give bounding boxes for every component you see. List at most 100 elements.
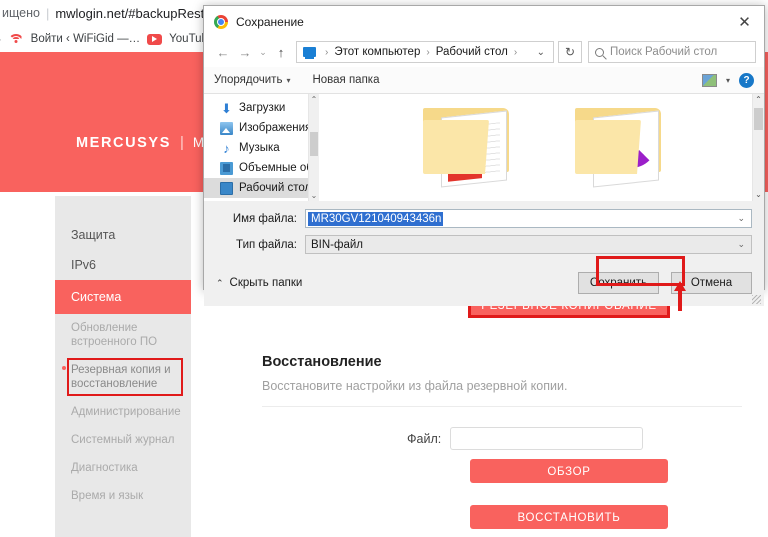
scroll-up-icon[interactable]: ⌃ bbox=[309, 94, 319, 105]
organize-button[interactable]: Упорядочить ▾ bbox=[214, 74, 290, 86]
pictures-icon bbox=[220, 121, 233, 135]
scroll-up-icon[interactable]: ⌃ bbox=[753, 94, 764, 106]
places-item-pictures[interactable]: Изображения bbox=[204, 118, 312, 138]
file-name-row: Имя файла: MR30GV121040943436n ⌄ bbox=[216, 208, 752, 229]
file-name-value: MR30GV121040943436n bbox=[308, 211, 444, 226]
search-placeholder: Поиск Рабочий стол bbox=[610, 46, 718, 58]
breadcrumb[interactable]: › Этот компьютер › Рабочий стол › ⌄ bbox=[296, 41, 554, 63]
places-item-desktop[interactable]: Рабочий стол bbox=[204, 178, 312, 198]
back-icon[interactable]: ← bbox=[212, 41, 234, 63]
resize-grip-icon[interactable] bbox=[752, 295, 761, 304]
sidebar-subitem-administration[interactable]: Администрирование bbox=[55, 398, 191, 426]
view-icon[interactable] bbox=[701, 73, 717, 87]
brand-name: MERCUSYS bbox=[76, 134, 171, 151]
scrollbar-thumb[interactable] bbox=[310, 132, 318, 156]
omnibox[interactable]: ищено | mwlogin.net/#backupRestore bbox=[0, 0, 223, 26]
restore-file-input[interactable] bbox=[450, 427, 644, 450]
sidebar-subitem-label: Администрирование bbox=[71, 406, 181, 418]
list-item[interactable] bbox=[423, 100, 521, 188]
objects3d-icon bbox=[220, 161, 233, 175]
places-item-music[interactable]: ♪ Музыка bbox=[204, 138, 308, 158]
sidebar-subitem-label: Системный журнал bbox=[71, 434, 175, 446]
scroll-down-icon[interactable]: ⌄ bbox=[309, 190, 319, 201]
dialog-toolbar: Упорядочить ▾ Новая папка ▾ ? bbox=[204, 67, 764, 94]
forward-icon[interactable]: → bbox=[234, 41, 256, 63]
file-type-select[interactable]: BIN-файл ⌄ bbox=[305, 235, 752, 254]
sidebar-subitem-system-log[interactable]: Системный журнал bbox=[55, 426, 191, 454]
chrome-icon bbox=[214, 14, 228, 29]
places-item-label: Объемные об bbox=[239, 162, 313, 174]
recent-locations-icon[interactable]: ⌄ bbox=[256, 41, 270, 63]
sidebar-subitem-label: Обновление встроенного ПО bbox=[71, 322, 158, 348]
save-file-dialog: Сохранение ✕ ← → ⌄ ↑ › Этот компьютер › … bbox=[203, 5, 765, 306]
file-list-scrollbar[interactable]: ⌃ ⌄ bbox=[752, 94, 764, 201]
dialog-title-bar: Сохранение ✕ bbox=[204, 6, 764, 37]
help-icon[interactable]: ? bbox=[739, 72, 754, 88]
restore-button[interactable]: ВОССТАНОВИТЬ bbox=[470, 505, 668, 529]
breadcrumb-separator: › bbox=[325, 46, 329, 58]
dialog-fields: Имя файла: MR30GV121040943436n ⌄ Тип фай… bbox=[204, 201, 764, 255]
file-field-label: Файл: bbox=[407, 431, 442, 446]
scroll-down-icon[interactable]: ⌄ bbox=[753, 189, 764, 201]
places-item-downloads[interactable]: ⬇ Загрузки bbox=[204, 98, 308, 118]
sidebar-subitem-firmware-update[interactable]: Обновление встроенного ПО bbox=[55, 314, 191, 356]
sidebar-item-sistema[interactable]: Система bbox=[55, 280, 191, 314]
chevron-down-icon[interactable]: ⌄ bbox=[737, 213, 749, 224]
new-folder-button[interactable]: Новая папка bbox=[312, 74, 379, 86]
refresh-icon[interactable]: ↻ bbox=[558, 41, 582, 63]
places-item-label: Музыка bbox=[239, 142, 280, 154]
chevron-down-icon[interactable]: ⌄ bbox=[537, 47, 549, 58]
chevron-down-icon[interactable]: ▾ bbox=[726, 76, 730, 85]
bookmark-item-wifigid[interactable]: Войти ‹ WiFiGid —… bbox=[31, 33, 140, 45]
restore-file-row: Файл: bbox=[407, 427, 644, 450]
hide-folders-button[interactable]: ⌃ Скрыть папки bbox=[216, 277, 302, 289]
omnibox-divider: | bbox=[45, 5, 50, 21]
browse-button[interactable]: ОБЗОР bbox=[470, 459, 668, 483]
places-item-label: Рабочий стол bbox=[239, 182, 312, 194]
breadcrumb-separator: › bbox=[426, 46, 430, 58]
active-bullet-icon bbox=[62, 366, 66, 370]
dialog-title: Сохранение bbox=[236, 14, 304, 29]
close-icon[interactable]: ✕ bbox=[735, 12, 754, 31]
sidebar-item-label: IPv6 bbox=[71, 258, 97, 272]
youtube-icon bbox=[147, 33, 163, 45]
hide-folders-label: Скрыть папки bbox=[229, 277, 303, 289]
scrollbar-thumb[interactable] bbox=[754, 108, 763, 130]
download-icon: ⬇ bbox=[221, 100, 232, 116]
up-icon[interactable]: ↑ bbox=[270, 41, 292, 63]
chevron-down-icon[interactable]: ⌄ bbox=[737, 239, 749, 250]
file-list-pane[interactable] bbox=[319, 94, 752, 201]
this-pc-icon bbox=[303, 47, 316, 59]
restore-section-description: Восстановите настройки из файла резервно… bbox=[262, 379, 568, 393]
chevron-up-icon: ⌃ bbox=[216, 277, 224, 288]
bookmark-overflow-icon[interactable]: · bbox=[0, 34, 2, 46]
organize-label: Упорядочить bbox=[214, 74, 283, 86]
sidebar-subitem-time-language[interactable]: Время и язык bbox=[55, 482, 191, 510]
breadcrumb-item-this-pc[interactable]: Этот компьютер bbox=[334, 46, 420, 58]
chevron-down-icon: ▾ bbox=[286, 75, 291, 85]
breadcrumb-item-desktop[interactable]: Рабочий стол bbox=[436, 46, 508, 58]
file-name-input[interactable]: MR30GV121040943436n ⌄ bbox=[305, 209, 752, 228]
music-icon: ♪ bbox=[223, 140, 230, 156]
file-type-value: BIN-файл bbox=[311, 238, 363, 251]
sidebar-subitem-label: Диагностика bbox=[71, 462, 138, 474]
toolbar-right-group: ▾ ? bbox=[701, 72, 754, 88]
sidebar-item-ipv6[interactable]: IPv6 bbox=[55, 250, 191, 280]
browser-chrome: ищено | mwlogin.net/#backupRestore · Вой… bbox=[0, 0, 223, 52]
places-scrollbar[interactable]: ⌃ ⌄ bbox=[308, 94, 319, 201]
sidebar-subitem-diagnostics[interactable]: Диагностика bbox=[55, 454, 191, 482]
sidebar-item-zashchita[interactable]: Защита bbox=[55, 220, 191, 250]
places-item-label: Изображения bbox=[239, 122, 312, 134]
security-indicator-label: ищено bbox=[2, 6, 40, 20]
sidebar-subitem-label: Время и язык bbox=[71, 490, 144, 502]
brand-separator: | bbox=[179, 134, 184, 151]
file-name-label: Имя файла: bbox=[232, 212, 297, 225]
folder-front bbox=[575, 120, 641, 174]
places-item-3d-objects[interactable]: Объемные об bbox=[204, 158, 313, 178]
file-type-row: Тип файла: BIN-файл ⌄ bbox=[216, 234, 752, 255]
screenshot-root: ищено | mwlogin.net/#backupRestore · Вой… bbox=[0, 0, 768, 537]
section-divider bbox=[262, 406, 742, 407]
highlight-box-sidebar bbox=[67, 358, 183, 396]
search-input[interactable]: Поиск Рабочий стол bbox=[588, 41, 756, 63]
list-item[interactable] bbox=[575, 100, 673, 188]
